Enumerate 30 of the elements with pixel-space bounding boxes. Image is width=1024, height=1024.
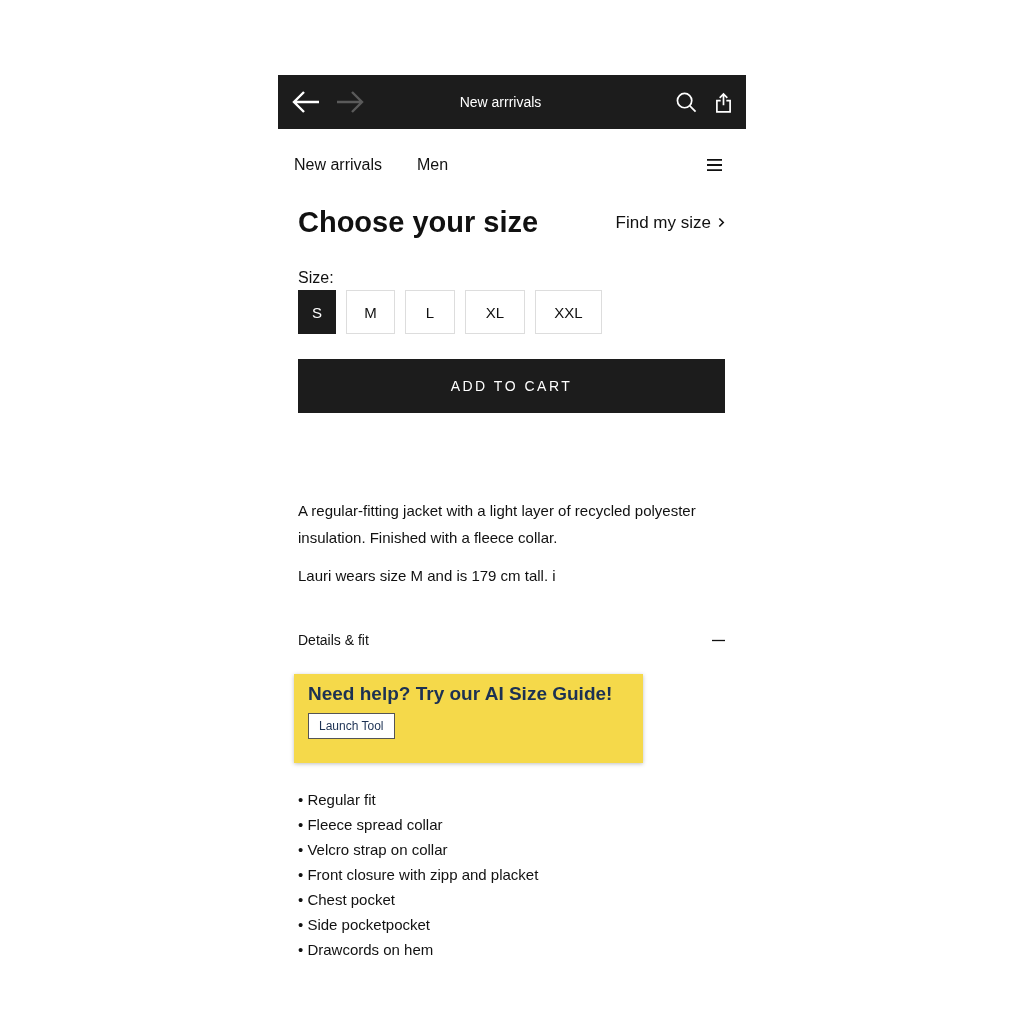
feature-item: • Fleece spread collar [298, 815, 444, 835]
share-icon[interactable] [715, 91, 732, 113]
launch-tool-button[interactable]: Launch Tool [308, 713, 395, 739]
description-text: A regular-fitting jacket with a light layer of recycled polyester insulation. Finished with a fleece collar. [298, 501, 697, 548]
feature-item: • Side pocketpocket [298, 915, 431, 935]
size-option[interactable]: L [405, 290, 455, 334]
details-heading: Details & fit [298, 632, 369, 648]
breadcrumb-link[interactable]: New arrivals [294, 155, 382, 174]
size-label: Size: [298, 269, 335, 287]
find-my-size-link[interactable]: Find my size [615, 212, 725, 233]
feature-item: • Front closure with zipp and placket [298, 865, 540, 885]
page-heading: Choose your size [298, 206, 539, 239]
feature-item: • Drawcords on hem [298, 940, 435, 960]
menu-icon[interactable] [707, 157, 722, 172]
size-option[interactable]: S [298, 290, 336, 334]
chevron-right-icon [718, 217, 725, 228]
feature-item: • Regular fit [298, 790, 377, 810]
add-to-cart-button[interactable]: ADD TO CART [298, 359, 725, 413]
size-option[interactable]: M [346, 290, 395, 334]
size-option[interactable]: XL [465, 290, 525, 334]
promo-title: Need help? Try our AI Size Guide! [308, 683, 614, 705]
feature-item: • Chest pocket [298, 890, 396, 910]
breadcrumb-link[interactable]: Men [417, 155, 449, 174]
page-title: New arrrivals [458, 94, 543, 110]
size-option[interactable]: XXL [535, 290, 602, 334]
back-arrow-icon[interactable] [291, 90, 321, 114]
feature-item: • Velcro strap on collar [298, 840, 449, 860]
description-text: Lauri wears size M and is 179 cm tall. i [298, 566, 557, 586]
forward-arrow-icon[interactable] [335, 90, 365, 114]
search-icon[interactable] [676, 91, 697, 113]
